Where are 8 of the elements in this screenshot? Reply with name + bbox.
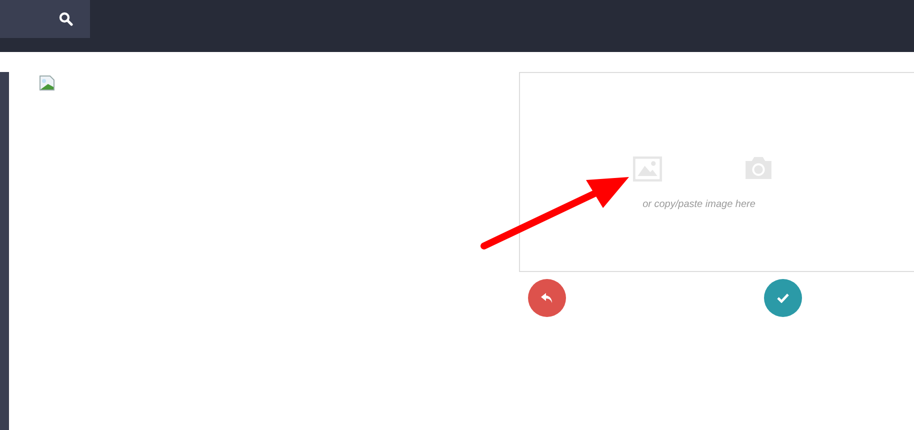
confirm-button[interactable] (764, 279, 802, 317)
search-icon (59, 12, 73, 26)
broken-image-icon (39, 75, 55, 91)
undo-button[interactable] (528, 279, 566, 317)
search-button[interactable] (0, 0, 90, 38)
paste-hint: or copy/paste image here (642, 198, 756, 212)
reply-icon (541, 292, 553, 304)
check-icon (777, 293, 789, 303)
